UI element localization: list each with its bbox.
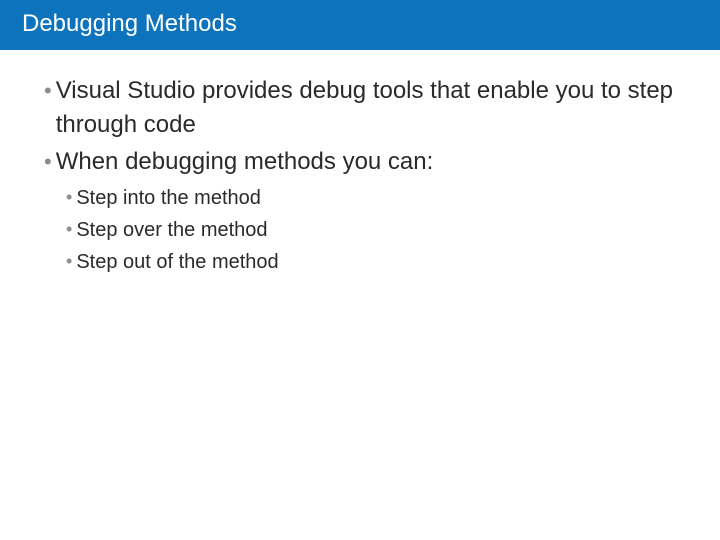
- bullet-dot-icon: •: [66, 183, 72, 212]
- bullet-dot-icon: •: [44, 145, 52, 178]
- bullet-text: Step out of the method: [76, 247, 676, 277]
- bullet-text: Step into the method: [76, 183, 676, 213]
- bullet-level1: • When debugging methods you can:: [44, 145, 676, 179]
- bullet-text: Step over the method: [76, 215, 676, 245]
- bullet-level1: • Visual Studio provides debug tools tha…: [44, 74, 676, 141]
- bullet-level2: • Step over the method: [66, 215, 676, 245]
- bullet-dot-icon: •: [44, 74, 52, 107]
- bullet-text: When debugging methods you can:: [56, 145, 676, 179]
- slide-title: Debugging Methods: [22, 10, 237, 37]
- bullet-level2: • Step into the method: [66, 183, 676, 213]
- bullet-dot-icon: •: [66, 215, 72, 244]
- bullet-text: Visual Studio provides debug tools that …: [56, 74, 676, 141]
- slide-content: • Visual Studio provides debug tools tha…: [0, 50, 720, 277]
- bullet-dot-icon: •: [66, 247, 72, 276]
- slide-title-bar: Debugging Methods: [0, 0, 720, 50]
- bullet-level2: • Step out of the method: [66, 247, 676, 277]
